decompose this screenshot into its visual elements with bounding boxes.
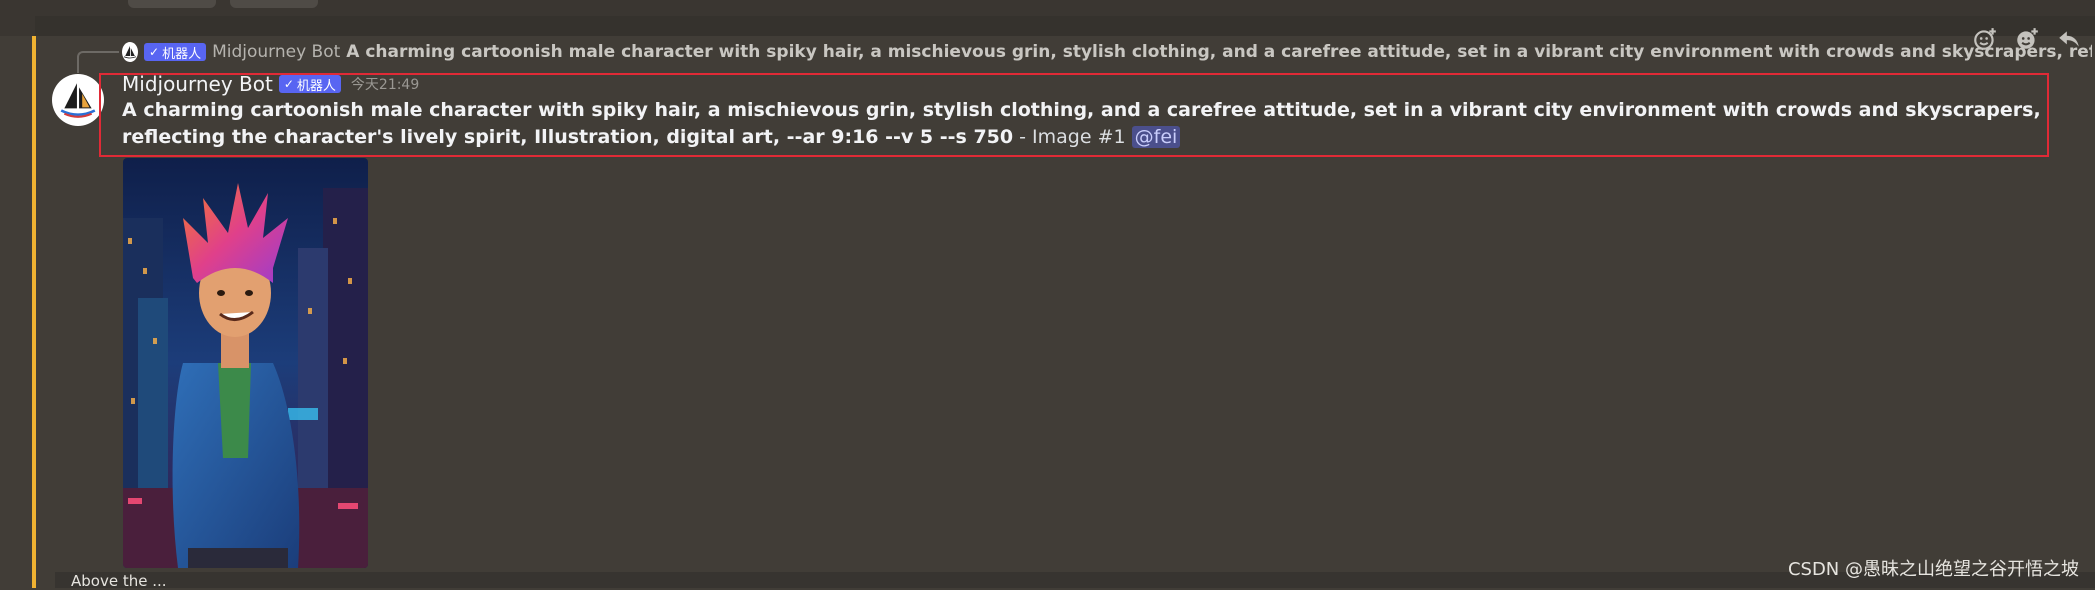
- csdn-watermark: CSDN @愚昧之山绝望之谷开悟之坡: [1787, 559, 2079, 580]
- reply-bot-badge: ✓ 机器人: [144, 43, 207, 62]
- reply-text: A charming cartoonish male character wit…: [346, 42, 2092, 62]
- verified-check-icon: ✓: [149, 45, 160, 59]
- reply-preview[interactable]: ✓ 机器人 Midjourney Bot A charming cartoonis…: [122, 41, 2092, 63]
- message-divider: [35, 16, 2095, 36]
- reply-avatar: [122, 42, 138, 62]
- author-avatar[interactable]: [52, 74, 104, 126]
- reply-badge-label: 机器人: [162, 46, 202, 62]
- input-partial-text: Above the ...: [71, 572, 167, 590]
- reply-spine: [77, 51, 119, 73]
- top-button-left[interactable]: [128, 0, 216, 8]
- sailboat-icon: [123, 46, 137, 59]
- reply-author[interactable]: Midjourney Bot: [212, 42, 340, 62]
- annotation-highlight-box: [99, 73, 2049, 157]
- mention-highlight-bar: [32, 36, 36, 588]
- generated-image[interactable]: [123, 158, 368, 568]
- sailboat-icon: [60, 83, 96, 118]
- cartoon-character-image: [123, 158, 368, 568]
- top-button-right[interactable]: [230, 0, 318, 8]
